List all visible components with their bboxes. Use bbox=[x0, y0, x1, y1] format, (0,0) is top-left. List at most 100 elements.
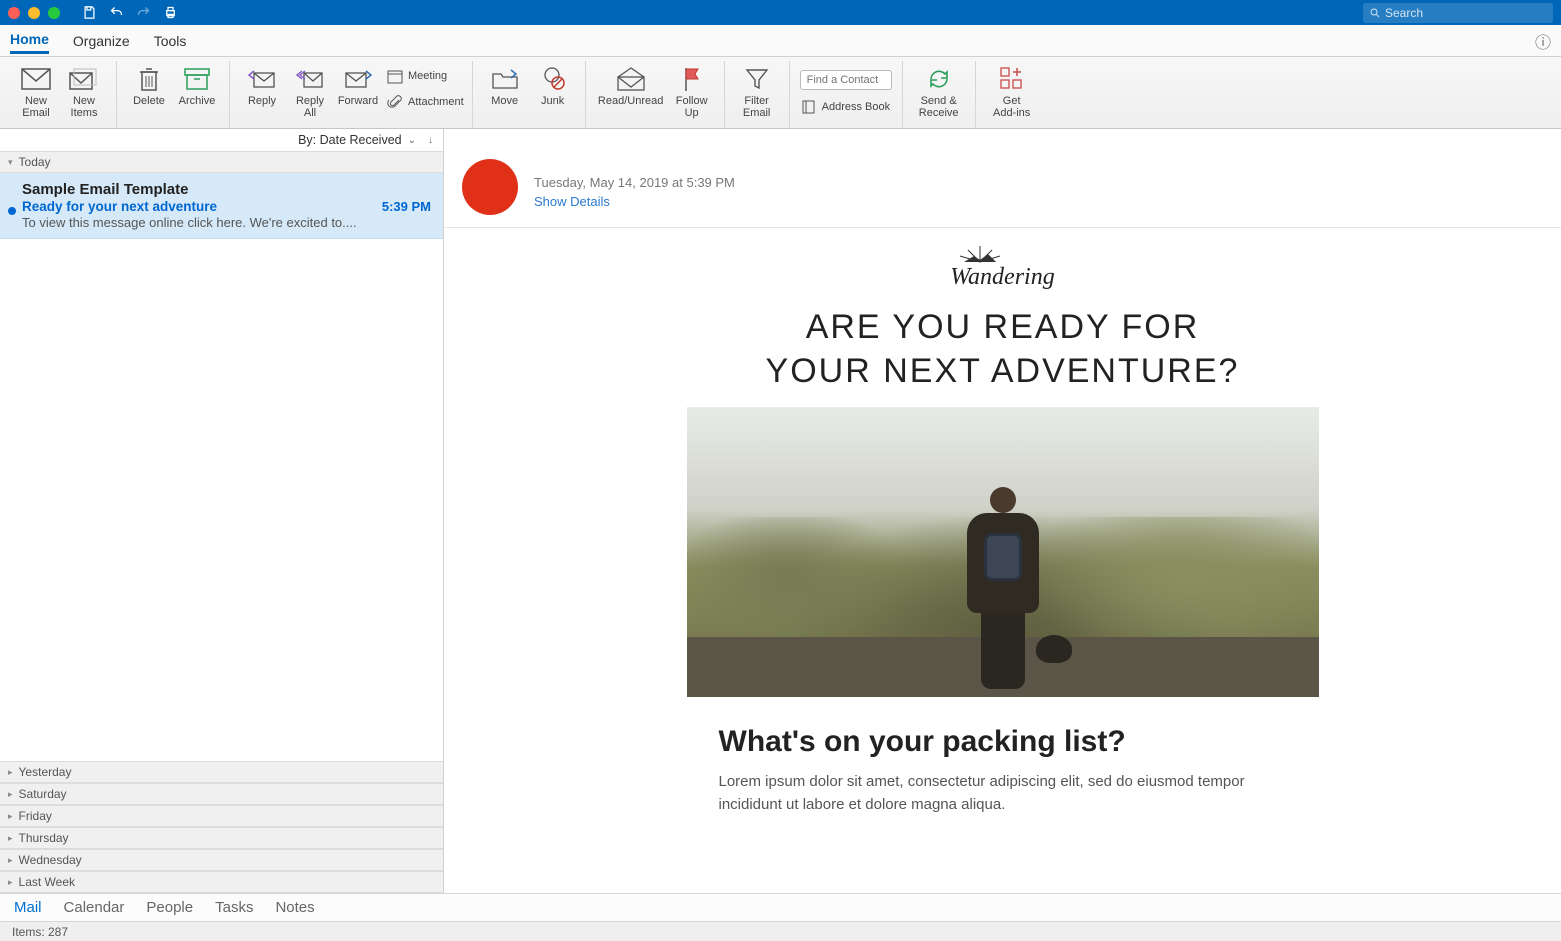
move-button[interactable]: Move bbox=[481, 63, 529, 107]
envelope-icon bbox=[20, 65, 52, 93]
sort-direction-icon[interactable]: ↓ bbox=[428, 135, 433, 146]
close-window-button[interactable] bbox=[8, 7, 20, 19]
nav-mail[interactable]: Mail bbox=[14, 899, 42, 916]
trash-icon bbox=[133, 65, 165, 93]
message-preview: To view this message online click here. … bbox=[22, 215, 431, 230]
group-saturday[interactable]: ▸Saturday bbox=[0, 783, 443, 805]
archive-icon bbox=[181, 65, 213, 93]
brand-logo: Wandering bbox=[950, 244, 1054, 291]
send-receive-button[interactable]: Send & Receive bbox=[911, 63, 967, 119]
print-icon[interactable] bbox=[163, 5, 178, 20]
follow-up-button[interactable]: Follow Up bbox=[668, 63, 716, 119]
group-last-week[interactable]: ▸Last Week bbox=[0, 871, 443, 893]
nav-calendar[interactable]: Calendar bbox=[64, 899, 125, 916]
forward-button[interactable]: Forward bbox=[334, 63, 382, 107]
window-controls bbox=[8, 7, 60, 19]
book-icon bbox=[800, 98, 818, 116]
tab-tools[interactable]: Tools bbox=[154, 29, 187, 53]
move-folder-icon bbox=[489, 65, 521, 93]
reply-icon bbox=[246, 65, 278, 93]
search-input[interactable]: Search bbox=[1363, 3, 1553, 23]
group-wednesday[interactable]: ▸Wednesday bbox=[0, 849, 443, 871]
funnel-icon bbox=[741, 65, 773, 93]
filter-email-button[interactable]: Filter Email bbox=[733, 63, 781, 119]
ribbon-tabs: Home Organize Tools ⓘ bbox=[0, 25, 1561, 57]
meeting-button[interactable]: Meeting bbox=[386, 65, 464, 87]
open-envelope-icon bbox=[615, 65, 647, 93]
message-subject: Ready for your next adventure bbox=[22, 199, 217, 214]
group-thursday[interactable]: ▸Thursday bbox=[0, 827, 443, 849]
list-sort-header[interactable]: By: Date Received ⌄ ↓ bbox=[0, 129, 443, 151]
get-addins-button[interactable]: Get Add-ins bbox=[984, 63, 1040, 119]
reply-button[interactable]: Reply bbox=[238, 63, 286, 107]
message-from: Sample Email Template bbox=[22, 181, 431, 198]
paperclip-icon bbox=[386, 93, 404, 111]
find-contact-input[interactable] bbox=[800, 70, 892, 90]
save-icon[interactable] bbox=[82, 5, 97, 20]
addins-icon bbox=[996, 65, 1028, 93]
reading-pane: Tuesday, May 14, 2019 at 5:39 PM Show De… bbox=[444, 129, 1561, 893]
sync-icon bbox=[923, 65, 955, 93]
status-bar: Items: 287 bbox=[0, 921, 1561, 941]
calendar-icon bbox=[386, 67, 404, 85]
message-time: 5:39 PM bbox=[382, 199, 431, 214]
reply-all-button[interactable]: Reply All bbox=[286, 63, 334, 119]
main-body: By: Date Received ⌄ ↓ ▾ Today Sample Ema… bbox=[0, 129, 1561, 893]
status-items-count: Items: 287 bbox=[12, 925, 68, 939]
ribbon: New Email New Items Delete Archive Reply… bbox=[0, 57, 1561, 129]
chevron-right-icon: ▸ bbox=[8, 789, 13, 800]
new-email-button[interactable]: New Email bbox=[12, 63, 60, 119]
archive-button[interactable]: Archive bbox=[173, 63, 221, 107]
email-body: Wandering ARE YOU READY FOR YOUR NEXT AD… bbox=[444, 228, 1561, 826]
unread-indicator-icon bbox=[8, 207, 16, 215]
group-yesterday[interactable]: ▸Yesterday bbox=[0, 761, 443, 783]
nav-people[interactable]: People bbox=[146, 899, 193, 916]
chevron-down-icon: ⌄ bbox=[408, 135, 416, 146]
junk-icon bbox=[537, 65, 569, 93]
redo-icon[interactable] bbox=[136, 5, 151, 20]
hiker-illustration bbox=[948, 487, 1058, 697]
email-headline: ARE YOU READY FOR YOUR NEXT ADVENTURE? bbox=[766, 305, 1240, 393]
tab-organize[interactable]: Organize bbox=[73, 29, 130, 53]
message-list-item[interactable]: Sample Email Template Ready for your nex… bbox=[0, 173, 443, 239]
chevron-right-icon: ▸ bbox=[8, 877, 13, 888]
sunburst-icon bbox=[950, 244, 1010, 264]
junk-button[interactable]: Junk bbox=[529, 63, 577, 107]
quick-access-toolbar bbox=[82, 5, 178, 20]
hero-image bbox=[687, 407, 1319, 697]
section-text: Lorem ipsum dolor sit amet, consectetur … bbox=[719, 771, 1287, 816]
nav-notes[interactable]: Notes bbox=[275, 899, 314, 916]
help-icon[interactable]: ⓘ bbox=[1535, 29, 1551, 53]
envelope-stack-icon bbox=[68, 65, 100, 93]
chevron-down-icon: ▾ bbox=[8, 157, 13, 168]
chevron-right-icon: ▸ bbox=[8, 811, 13, 822]
bottom-nav: Mail Calendar People Tasks Notes bbox=[0, 893, 1561, 921]
zoom-window-button[interactable] bbox=[48, 7, 60, 19]
flag-icon bbox=[676, 65, 708, 93]
nav-tasks[interactable]: Tasks bbox=[215, 899, 253, 916]
group-today[interactable]: ▾ Today bbox=[0, 151, 443, 173]
sender-avatar bbox=[462, 159, 518, 215]
delete-button[interactable]: Delete bbox=[125, 63, 173, 107]
address-book-button[interactable]: Address Book bbox=[800, 96, 890, 118]
reading-header: Tuesday, May 14, 2019 at 5:39 PM Show De… bbox=[444, 141, 1561, 228]
reply-all-icon bbox=[294, 65, 326, 93]
message-list-pane: By: Date Received ⌄ ↓ ▾ Today Sample Ema… bbox=[0, 129, 444, 893]
chevron-right-icon: ▸ bbox=[8, 855, 13, 866]
forward-icon bbox=[342, 65, 374, 93]
minimize-window-button[interactable] bbox=[28, 7, 40, 19]
attachment-button[interactable]: Attachment bbox=[386, 91, 464, 113]
tab-home[interactable]: Home bbox=[10, 27, 49, 54]
chevron-right-icon: ▸ bbox=[8, 833, 13, 844]
undo-icon[interactable] bbox=[109, 5, 124, 20]
new-items-button[interactable]: New Items bbox=[60, 63, 108, 119]
search-icon bbox=[1369, 7, 1381, 19]
titlebar: Search bbox=[0, 0, 1561, 25]
show-details-link[interactable]: Show Details bbox=[534, 194, 735, 209]
read-unread-button[interactable]: Read/Unread bbox=[594, 63, 668, 107]
section-title: What's on your packing list? bbox=[719, 725, 1287, 759]
group-friday[interactable]: ▸Friday bbox=[0, 805, 443, 827]
chevron-right-icon: ▸ bbox=[8, 767, 13, 778]
message-date: Tuesday, May 14, 2019 at 5:39 PM bbox=[534, 175, 735, 190]
search-placeholder: Search bbox=[1385, 6, 1423, 20]
